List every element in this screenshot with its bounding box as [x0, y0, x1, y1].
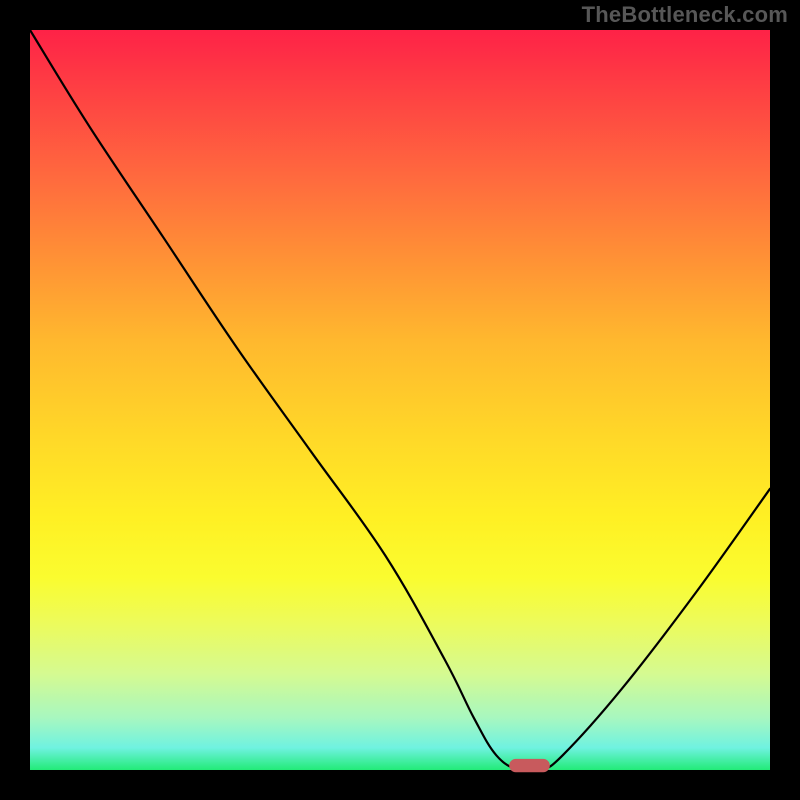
bottleneck-curve	[30, 30, 770, 772]
plot-area	[30, 30, 770, 770]
watermark-text: TheBottleneck.com	[582, 2, 788, 28]
chart-frame: TheBottleneck.com	[0, 0, 800, 800]
chart-svg	[30, 30, 770, 770]
optimal-marker	[509, 759, 550, 772]
